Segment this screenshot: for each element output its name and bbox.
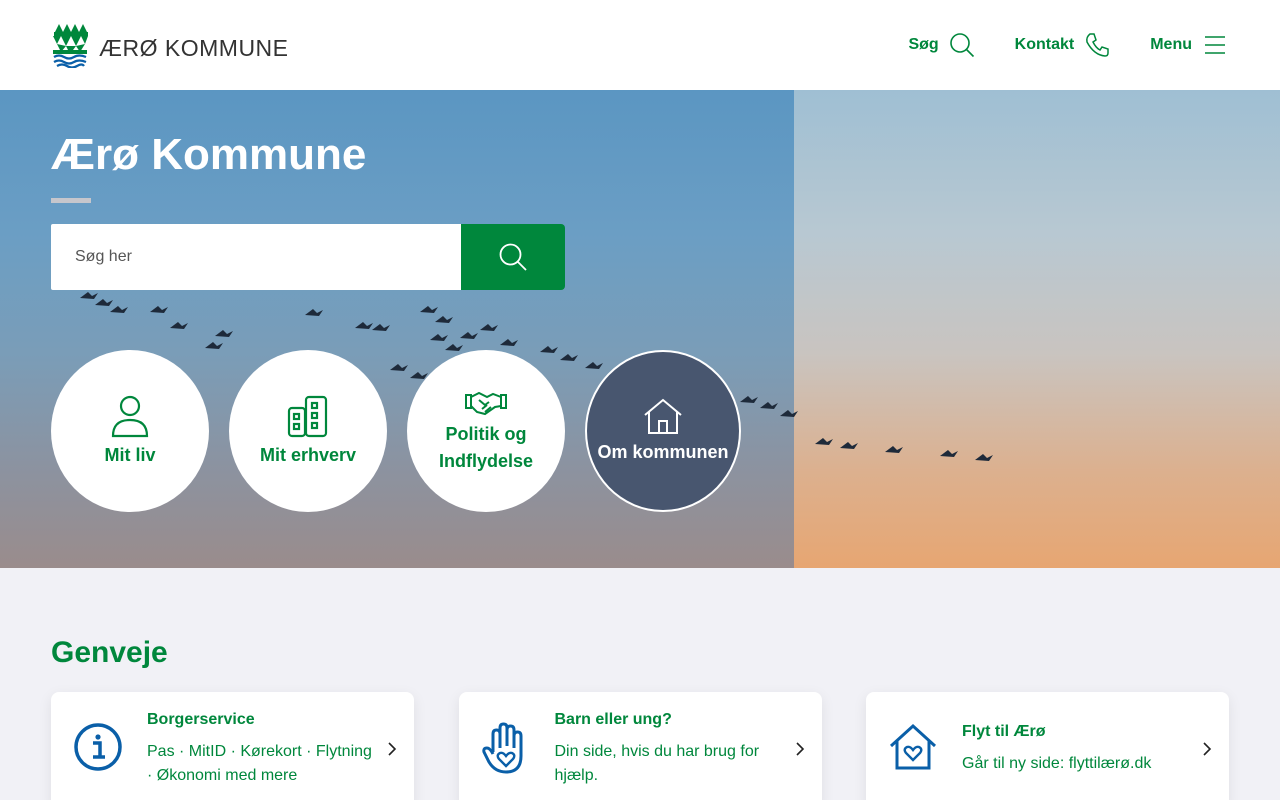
chevron-right-icon <box>1203 742 1212 756</box>
hero-section: Ærø Kommune Mit liv Mit erhverv <box>0 90 1280 568</box>
card-title: Flyt til Ærø <box>962 723 1046 740</box>
handshake-icon <box>465 391 507 416</box>
search-input[interactable] <box>51 224 461 290</box>
search-icon <box>499 243 527 271</box>
info-icon <box>74 723 122 771</box>
search-icon <box>949 33 974 58</box>
title-underline <box>51 198 91 203</box>
hero-title: Ærø Kommune <box>51 130 367 179</box>
site-logo[interactable]: ÆRØ KOMMUNE <box>51 22 289 68</box>
search-submit-button[interactable] <box>461 224 565 290</box>
card-flyt-til-aeroe[interactable]: Flyt til Ærø Går til ny side: flyttilærø… <box>866 692 1229 800</box>
shortcuts-title: Genveje <box>51 636 168 669</box>
contact-nav-button[interactable]: Kontakt <box>1015 32 1111 58</box>
topic-circles: Mit liv Mit erhverv Politik og Indflydel… <box>51 350 761 512</box>
header-nav: Søg Kontakt Menu <box>868 0 1228 90</box>
card-title: Borgerservice <box>147 711 255 728</box>
coat-of-arms-icon <box>53 24 88 68</box>
card-text: Din side, hvis du har brug for hjælp. <box>554 743 760 784</box>
person-icon <box>111 395 149 437</box>
card-title: Barn eller ung? <box>554 711 672 728</box>
circle-mit-erhverv[interactable]: Mit erhverv <box>229 350 387 512</box>
search-bar <box>51 224 565 290</box>
circle-label: Mit erhverv <box>259 444 357 465</box>
card-text: Går til ny side: flyttilærø.dk <box>962 755 1152 772</box>
card-text: Pas · MitID · Kørekort · Flytning · Økon… <box>147 743 372 784</box>
menu-nav-button[interactable]: Menu <box>1150 34 1228 56</box>
shortcut-cards: Borgerservice Pas · MitID · Kørekort · F… <box>51 692 1229 800</box>
building-icon <box>287 395 328 437</box>
house-icon <box>644 398 682 434</box>
circle-mit-liv[interactable]: Mit liv <box>51 350 209 512</box>
search-nav-label: Søg <box>908 36 939 53</box>
circle-om-kommunen[interactable]: Om kommunen <box>585 350 741 512</box>
contact-nav-label: Kontakt <box>1014 36 1075 53</box>
heart-hand-icon <box>481 722 522 774</box>
phone-icon <box>1086 33 1109 57</box>
circle-label: Mit liv <box>104 444 156 465</box>
circle-politik[interactable]: Politik og Indflydelse <box>407 350 565 512</box>
circle-label: Politik og Indflydelse <box>438 424 534 471</box>
site-header: ÆRØ KOMMUNE Søg Kontakt Menu <box>0 0 1280 90</box>
hamburger-icon <box>1205 36 1225 54</box>
search-nav-button[interactable]: Søg <box>908 32 974 58</box>
chevron-right-icon <box>795 742 804 756</box>
chevron-right-icon <box>388 742 397 756</box>
menu-nav-label: Menu <box>1150 36 1192 53</box>
card-borgerservice[interactable]: Borgerservice Pas · MitID · Kørekort · F… <box>51 692 414 800</box>
circle-label: Om kommunen <box>597 441 729 462</box>
card-barn-eller-ung[interactable]: Barn eller ung? Din side, hvis du har br… <box>458 692 822 800</box>
logo-text: ÆRØ KOMMUNE <box>99 34 289 61</box>
heart-house-icon <box>889 723 937 770</box>
